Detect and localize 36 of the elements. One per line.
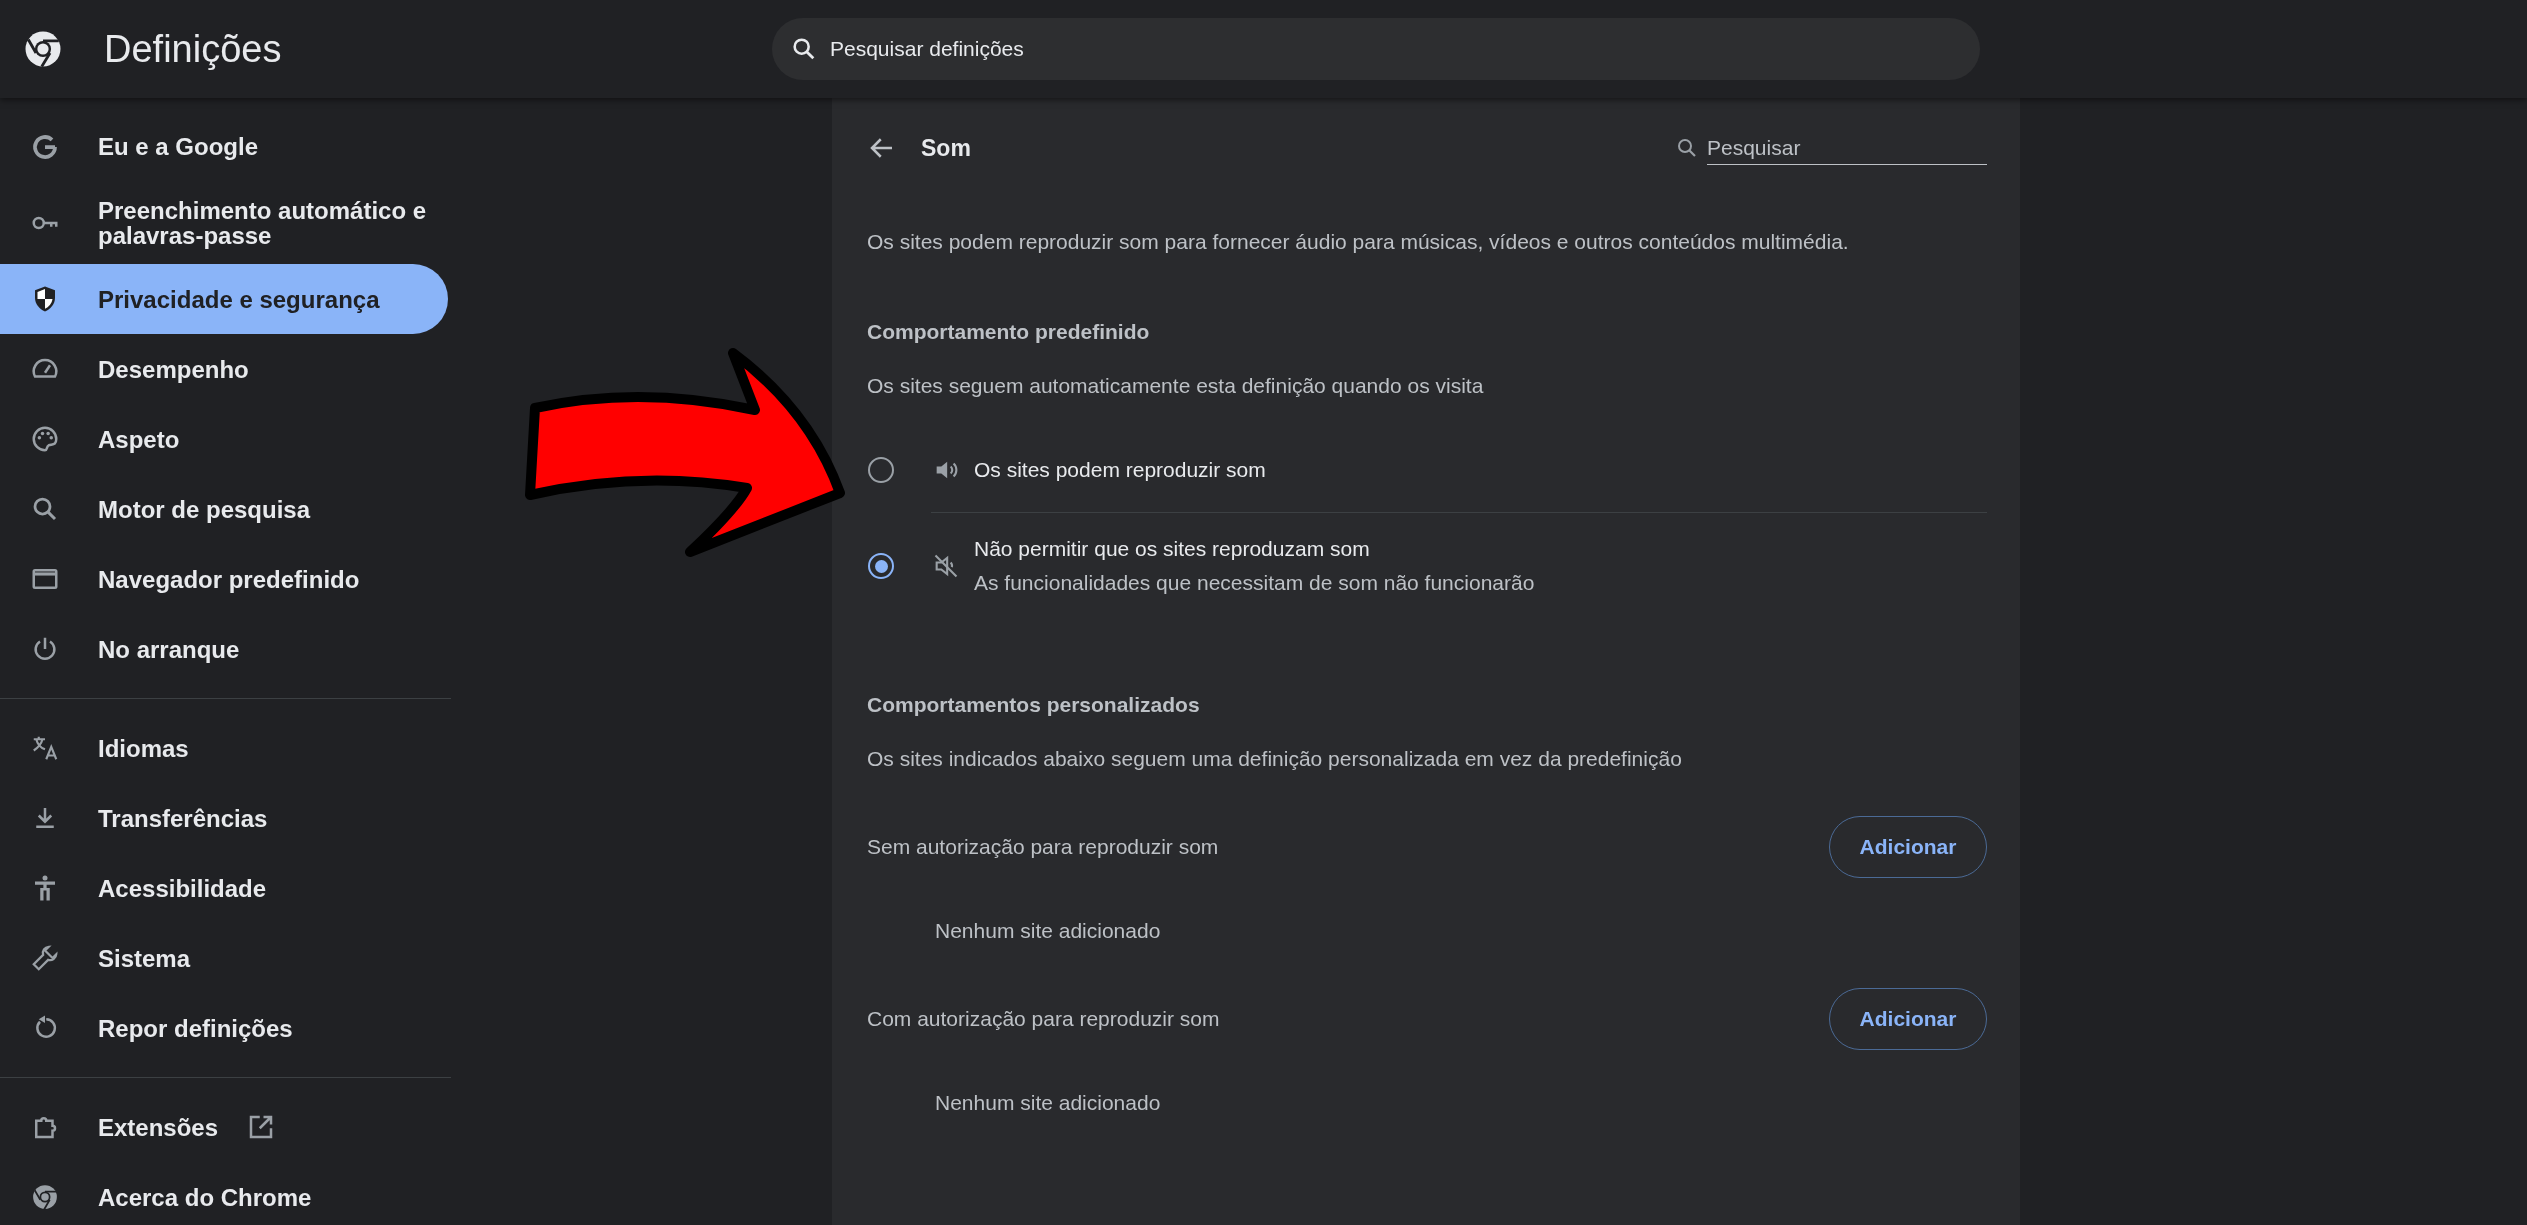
option-label: Não permitir que os sites reproduzam som (974, 537, 1371, 561)
section-title: Som (921, 134, 972, 162)
sidebar-item[interactable]: Extensões (0, 1092, 448, 1163)
search-field[interactable]: Pesquisar (1707, 131, 1987, 165)
sidebar-item[interactable]: Eu e a Google (0, 112, 448, 182)
search-field[interactable]: Pesquisar definições (772, 18, 1980, 80)
sidebar-item[interactable]: Aspeto (0, 404, 448, 475)
wrench-icon (30, 943, 60, 974)
sidebar-item[interactable]: No arranque (0, 614, 448, 685)
sidebar-item[interactable]: Acerca do Chrome (0, 1162, 448, 1225)
sidebar-item[interactable]: Idiomas (0, 713, 448, 784)
sidebar-item[interactable]: Motor de pesquisa (0, 474, 448, 545)
section-heading: Comportamentos personalizados (867, 693, 1201, 717)
sidebar-item[interactable]: Privacidade e segurança (0, 264, 448, 335)
radio-button[interactable] (868, 457, 894, 483)
description-text: Os sites podem reproduzir som para fornecer áudio para músicas, vídeos e outros conteúdos multimédia. (867, 230, 1850, 254)
section-subtitle: Os sites indicados abaixo seguem uma definição personalizada em vez da predefinição (867, 747, 1683, 771)
sidebar-item[interactable]: Transferências (0, 783, 448, 854)
option-label: Os sites podem reproduzir som (974, 458, 1266, 482)
sidebar-item[interactable]: Sistema (0, 923, 448, 994)
option-description: As funcionalidades que necessitam de som não funcionarão (974, 571, 1535, 595)
muted-speaker-icon (932, 552, 960, 580)
sidebar-item[interactable]: Desempenho (0, 334, 448, 405)
section-heading: Comportamento predefinido (867, 320, 1151, 344)
list-label: Com autorização para reproduzir som (867, 1007, 1220, 1031)
letter-g-icon (30, 132, 60, 162)
sidebar-item[interactable]: Acessibilidade (0, 853, 448, 924)
empty-list-text: Nenhum site adicionado (935, 1091, 1162, 1115)
sidebar-item[interactable]: Repor definições (0, 993, 448, 1064)
section-subtitle: Os sites seguem automaticamente esta definição quando os visita (867, 374, 1485, 398)
sidebar-item[interactable]: Preenchimento automático e palavras-passe (0, 182, 448, 265)
empty-list-text: Nenhum site adicionado (935, 919, 1162, 943)
radio-button[interactable] (868, 553, 894, 579)
page-title: Definições (104, 27, 283, 71)
list-label: Sem autorização para reproduzir som (867, 835, 1219, 859)
sidebar-item[interactable]: Navegador predefinido (0, 544, 448, 615)
